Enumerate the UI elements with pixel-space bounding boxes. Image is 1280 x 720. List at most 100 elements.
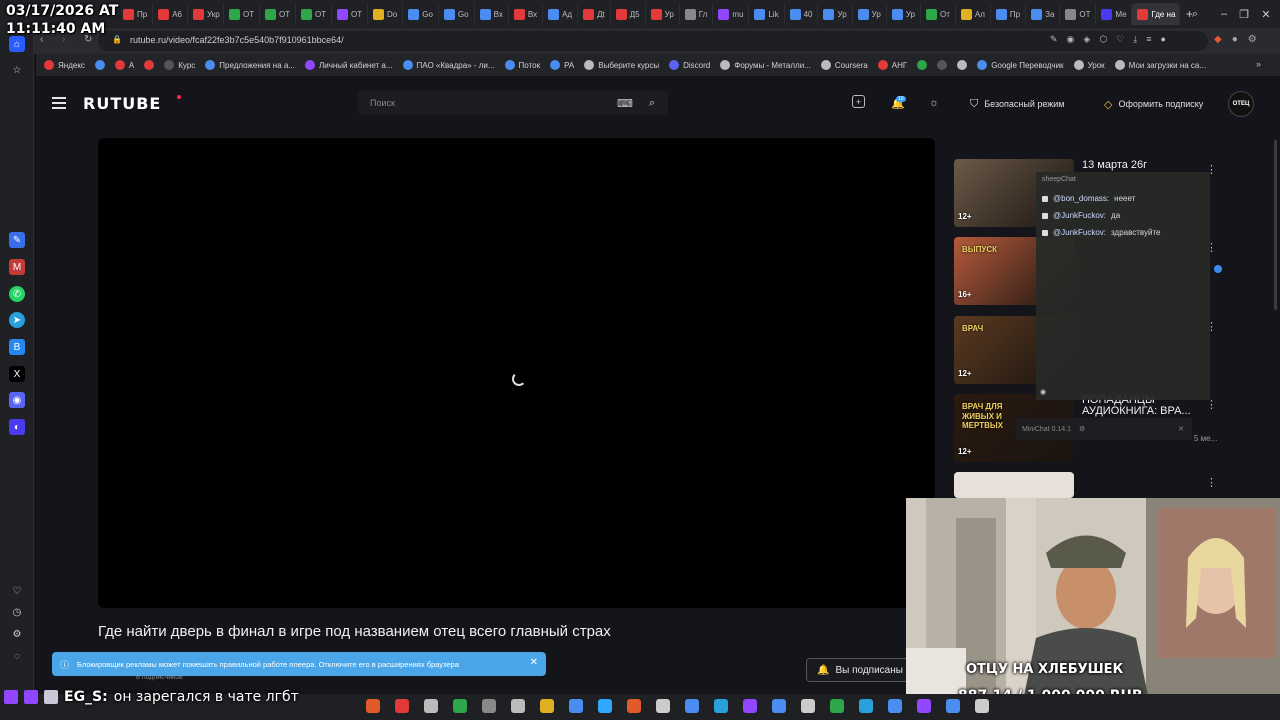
minichat-close-icon[interactable]: ✕ <box>1178 425 1184 433</box>
telegram-icon[interactable]: ➤ <box>9 312 25 328</box>
settings-icon[interactable]: ⚙ <box>1248 34 1257 45</box>
bookmark-item[interactable] <box>94 60 105 70</box>
browser-tab[interactable]: mu <box>713 3 750 25</box>
profile-icon[interactable]: ● <box>1161 34 1166 45</box>
safe-mode-button[interactable]: ⛉ Безопасный режим <box>970 96 1065 112</box>
search-icon[interactable]: ⌕ <box>644 95 660 111</box>
upload-icon[interactable]: + <box>852 95 865 108</box>
page-scrollbar[interactable] <box>1274 140 1277 310</box>
browser-tab[interactable]: Вх <box>509 3 544 25</box>
bookmark-item[interactable]: Курс <box>164 60 195 70</box>
browser-tab[interactable]: 40 <box>785 3 819 25</box>
taskbar-app-icon[interactable] <box>395 699 409 713</box>
browser-tab[interactable]: ОТ <box>1060 3 1097 25</box>
browser-tab[interactable]: Ур <box>887 3 921 25</box>
close-notice-icon[interactable]: ✕ <box>530 657 538 668</box>
menu-icon[interactable]: ≡ <box>1146 34 1151 45</box>
url-text[interactable]: rutube.ru/video/fcaf22fe3b7c5e540b7f9109… <box>130 35 344 45</box>
bookmark-item[interactable] <box>957 60 968 70</box>
theme-toggle-icon[interactable]: ☼ <box>926 95 942 111</box>
bookmark-item[interactable]: Личный кабинет а... <box>305 60 393 70</box>
taskbar-app-icon[interactable] <box>830 699 844 713</box>
bookmark-item[interactable]: Выберите курсы <box>584 60 659 70</box>
taskbar-app-icon[interactable] <box>801 699 815 713</box>
extension-icon[interactable]: ⬡ <box>1099 34 1107 45</box>
bookmark-item[interactable]: Мои загрузки на са... <box>1114 60 1206 70</box>
browser-tab[interactable]: Гл <box>680 3 714 25</box>
taskbar-app-icon[interactable] <box>714 699 728 713</box>
tab-active[interactable]: Где на <box>1132 3 1181 25</box>
bookmark-item[interactable]: Урок <box>1073 60 1105 70</box>
browser-tab[interactable]: ОТ <box>332 3 368 25</box>
taskbar-app-icon[interactable] <box>511 699 525 713</box>
sidebar-app-icon[interactable]: ✎ <box>9 232 25 248</box>
taskbar-app-icon[interactable] <box>627 699 641 713</box>
taskbar-app-icon[interactable] <box>482 699 496 713</box>
bookmark-item[interactable]: Форумы - Металли... <box>720 60 811 70</box>
taskbar-app-icon[interactable] <box>656 699 670 713</box>
vk-icon[interactable]: В <box>9 339 25 355</box>
home-icon[interactable]: ⌂ <box>9 36 25 52</box>
hamburger-menu-icon[interactable] <box>52 97 66 109</box>
subscribed-button[interactable]: 🔔 Вы подписаны <box>806 658 910 682</box>
taskbar-app-icon[interactable] <box>859 699 873 713</box>
keyboard-icon[interactable]: ⌨ <box>617 95 633 111</box>
bookmark-item[interactable]: Поток <box>504 60 540 70</box>
bookmark-item[interactable]: РА <box>550 60 574 70</box>
heart-sidebar-icon[interactable]: ♡ <box>9 583 25 599</box>
taskbar-app-icon[interactable] <box>540 699 554 713</box>
avatar[interactable]: OTEЦ <box>1228 91 1254 117</box>
rec-title[interactable]: АУДИОКНИГА: ВРА... <box>1082 405 1191 417</box>
bookmark-item[interactable]: А <box>114 60 134 70</box>
bookmark-item[interactable]: ПАО «Квадра» - ли... <box>402 60 495 70</box>
browser-tab[interactable]: Ад <box>543 3 579 25</box>
edit-icon[interactable]: ✎ <box>1050 34 1058 45</box>
browser-tab[interactable]: Lik <box>749 3 785 25</box>
x-icon[interactable]: X <box>9 366 25 382</box>
browser-tab[interactable]: Вх <box>475 3 509 25</box>
camera-icon[interactable]: ◉ <box>1067 34 1075 45</box>
rec-more-icon[interactable]: ⋮ <box>1206 476 1217 489</box>
bookmark-item[interactable] <box>937 60 948 70</box>
browser-tab[interactable]: Do <box>368 3 404 25</box>
vpn-icon[interactable]: ● <box>1232 34 1238 45</box>
browser-tab[interactable]: ОТ <box>296 3 332 25</box>
bookmarks-more-icon[interactable]: » <box>1256 59 1261 69</box>
bookmark-item[interactable] <box>917 60 928 70</box>
browser-tab[interactable]: От <box>921 3 956 25</box>
taskbar-app-icon[interactable] <box>975 699 989 713</box>
browser-tab[interactable]: ОТ <box>224 3 260 25</box>
star-icon[interactable]: ☆ <box>9 62 25 78</box>
browser-tab[interactable]: Ал <box>956 3 991 25</box>
sidebar-app-2-icon[interactable]: ◐ <box>9 419 25 435</box>
taskbar-app-icon[interactable] <box>743 699 757 713</box>
browser-tab[interactable]: Go <box>403 3 439 25</box>
bookmark-item[interactable] <box>144 60 155 70</box>
tips-icon[interactable]: ◌ <box>9 648 25 664</box>
shield-icon[interactable]: ◈ <box>1083 34 1090 45</box>
browser-tab[interactable]: Ур <box>646 3 680 25</box>
browser-tab[interactable]: Ур <box>818 3 853 25</box>
browser-tab[interactable]: Go <box>439 3 475 25</box>
browser-tab[interactable]: Ме <box>1096 3 1133 25</box>
browser-tab[interactable]: Дt <box>578 3 611 25</box>
settings-sidebar-icon[interactable]: ⚙ <box>9 626 25 642</box>
taskbar-app-icon[interactable] <box>946 699 960 713</box>
heart-icon[interactable]: ♡ <box>1116 34 1124 45</box>
history-icon[interactable]: ◷ <box>9 604 25 620</box>
brave-icon[interactable]: ◆ <box>1214 34 1222 45</box>
bookmark-item[interactable]: АНГ <box>877 60 907 70</box>
taskbar-app-icon[interactable] <box>685 699 699 713</box>
taskbar-app-icon[interactable] <box>917 699 931 713</box>
taskbar-app-icon[interactable] <box>598 699 612 713</box>
minichat-settings-icon[interactable]: ⚙ <box>1079 425 1085 433</box>
bookmark-item[interactable]: Coursera <box>820 60 868 70</box>
browser-tab[interactable]: Укр <box>188 3 224 25</box>
browser-tab[interactable]: Ур <box>853 3 887 25</box>
close-window-icon[interactable]: ✕ <box>1252 0 1280 28</box>
bookmark-item[interactable]: Discord <box>669 60 710 70</box>
subscribe-premium-button[interactable]: ◇ Оформить подписку <box>1104 96 1203 112</box>
taskbar-app-icon[interactable] <box>453 699 467 713</box>
rutube-logo[interactable]: RUTUBE <box>83 94 161 113</box>
browser-tab[interactable]: ОТ <box>260 3 296 25</box>
